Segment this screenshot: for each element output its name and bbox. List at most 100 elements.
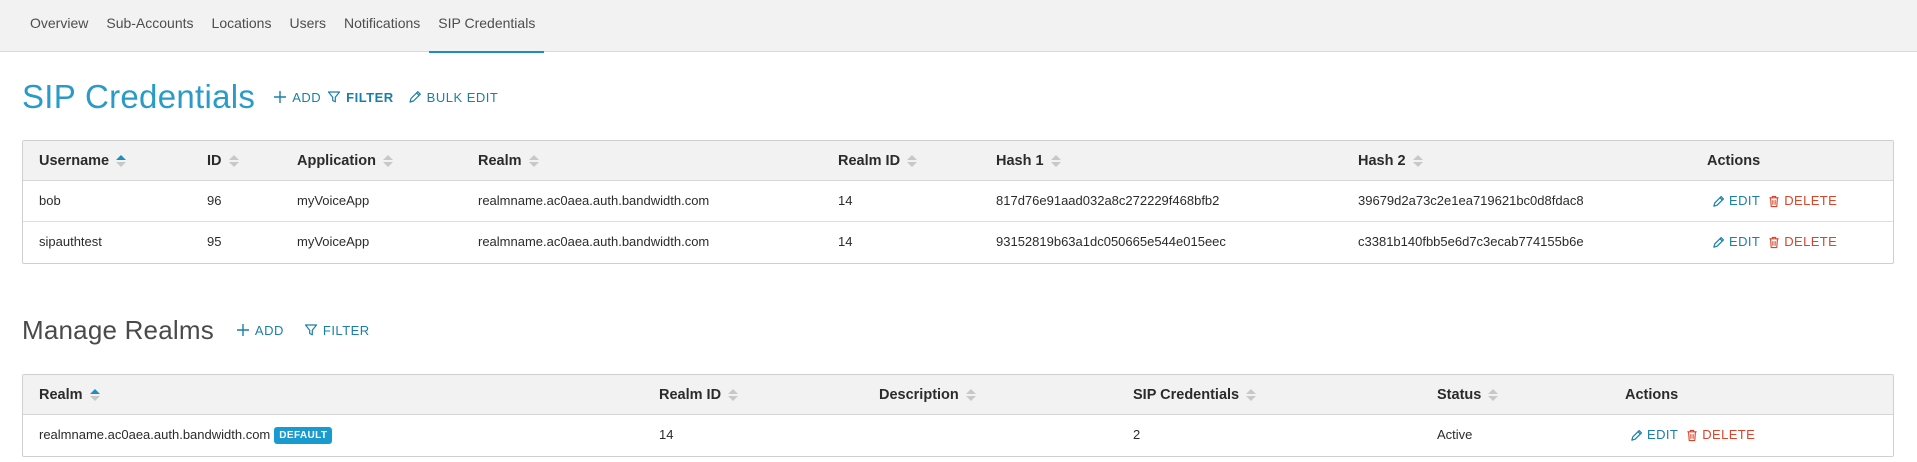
column-header-status[interactable]: Status xyxy=(1437,375,1499,415)
sort-icon xyxy=(1050,155,1061,167)
realm-name: realmname.ac0aea.auth.bandwidth.com xyxy=(39,427,271,442)
sort-icon xyxy=(965,389,976,401)
delete-button[interactable]: DELETE xyxy=(1686,415,1755,455)
delete-button[interactable]: DELETE xyxy=(1768,181,1837,221)
pencil-icon xyxy=(1713,195,1725,207)
column-header-sip-credentials[interactable]: SIP Credentials xyxy=(1133,375,1257,415)
sort-icon xyxy=(728,389,739,401)
cell-realm-id: 14 xyxy=(838,193,853,208)
column-label: Application xyxy=(297,153,376,169)
trash-icon xyxy=(1769,195,1779,207)
column-header-application[interactable]: Application xyxy=(297,141,393,181)
column-header-hash2[interactable]: Hash 2 xyxy=(1358,141,1423,181)
cell-realm-id: 14 xyxy=(659,427,674,442)
edit-label: EDIT xyxy=(1729,193,1761,208)
column-header-realm[interactable]: Realm xyxy=(478,141,539,181)
cell-hash1: 93152819b63a1dc050665e544e015eec xyxy=(996,234,1226,249)
sort-icon xyxy=(116,155,127,167)
sort-icon xyxy=(528,155,539,167)
bulk-edit-label: BULK EDIT xyxy=(426,89,499,105)
column-header-actions: Actions xyxy=(1707,141,1760,181)
column-label: Username xyxy=(39,153,110,169)
column-label: SIP Credentials xyxy=(1133,387,1240,403)
default-badge: DEFAULT xyxy=(274,426,333,444)
page-title: SIP Credentials xyxy=(22,78,256,115)
tab-sub-accounts[interactable]: Sub-Accounts xyxy=(97,0,202,52)
column-header-description[interactable]: Description xyxy=(879,375,976,415)
filter-realms-button[interactable]: FILTER xyxy=(304,323,370,338)
column-label: Realm xyxy=(478,153,522,169)
column-label: Description xyxy=(879,387,959,403)
sort-icon xyxy=(907,155,918,167)
tab-bar: Overview Sub-Accounts Locations Users No… xyxy=(30,0,545,53)
cell-status: Active xyxy=(1437,427,1473,442)
sort-icon xyxy=(382,155,393,167)
manage-realms-header: Manage Realms ADD FILTER xyxy=(22,312,370,348)
trash-icon xyxy=(1769,236,1779,248)
column-label: Realm xyxy=(39,387,83,403)
pencil-icon xyxy=(409,91,421,103)
pencil-icon xyxy=(1713,236,1725,248)
cell-realm: realmname.ac0aea.auth.bandwidth.com xyxy=(478,234,710,249)
column-label: Realm ID xyxy=(838,153,901,169)
cell-actions: EDIT DELETE xyxy=(1630,415,1755,455)
delete-label: DELETE xyxy=(1702,427,1756,442)
cell-sip-credentials: 2 xyxy=(1133,427,1141,442)
cell-hash2: 39679d2a73c2e1ea719621bc0d8fdac8 xyxy=(1358,193,1584,208)
add-realm-button[interactable]: ADD xyxy=(236,323,284,338)
column-label: Hash 1 xyxy=(996,153,1044,169)
top-nav: Overview Sub-Accounts Locations Users No… xyxy=(0,0,1917,53)
table-header: Username ID Application Realm Realm ID H… xyxy=(23,141,1893,181)
tab-notifications[interactable]: Notifications xyxy=(335,0,429,52)
tab-locations[interactable]: Locations xyxy=(203,0,281,52)
bulk-edit-button[interactable]: BULK EDIT xyxy=(408,90,499,105)
edit-label: EDIT xyxy=(1647,427,1679,442)
column-label: Actions xyxy=(1625,387,1679,403)
sip-credentials-header: SIP Credentials ADD FILTER BULK EDIT xyxy=(22,74,498,120)
table-row: sipauthtest 95 myVoiceApp realmname.ac0a… xyxy=(23,222,1893,263)
filter-icon xyxy=(328,91,341,103)
table-row: bob 96 myVoiceApp realmname.ac0aea.auth.… xyxy=(23,181,1893,222)
column-header-actions: Actions xyxy=(1625,375,1678,415)
edit-button[interactable]: EDIT xyxy=(1630,415,1678,455)
pencil-icon xyxy=(1631,429,1643,441)
sort-icon xyxy=(1246,389,1257,401)
column-header-hash1[interactable]: Hash 1 xyxy=(996,141,1061,181)
column-header-username[interactable]: Username xyxy=(39,141,127,181)
plus-icon xyxy=(236,324,249,336)
cell-realm: realmname.ac0aea.auth.bandwidth.com DEFA… xyxy=(39,415,333,455)
delete-label: DELETE xyxy=(1784,234,1838,249)
cell-realm: realmname.ac0aea.auth.bandwidth.com xyxy=(478,193,710,208)
edit-button[interactable]: EDIT xyxy=(1712,181,1760,221)
edit-button[interactable]: EDIT xyxy=(1712,222,1760,262)
filter-sip-credentials-button[interactable]: FILTER xyxy=(327,90,394,105)
sort-icon xyxy=(228,155,239,167)
column-header-realm-id[interactable]: Realm ID xyxy=(659,375,739,415)
tab-sip-credentials[interactable]: SIP Credentials xyxy=(429,0,545,53)
cell-actions: EDIT DELETE xyxy=(1712,181,1837,221)
plus-icon xyxy=(274,91,287,103)
edit-label: EDIT xyxy=(1729,234,1761,249)
column-label: Status xyxy=(1437,387,1482,403)
add-sip-credential-button[interactable]: ADD xyxy=(273,90,321,105)
sort-icon xyxy=(1488,389,1499,401)
sort-icon xyxy=(89,389,100,401)
column-header-id[interactable]: ID xyxy=(207,141,239,181)
tab-users[interactable]: Users xyxy=(280,0,335,52)
filter-label: FILTER xyxy=(322,322,370,338)
cell-hash2: c3381b140fbb5e6d7c3ecab774155b6e xyxy=(1358,234,1584,249)
column-label: Hash 2 xyxy=(1358,153,1406,169)
delete-label: DELETE xyxy=(1784,193,1838,208)
cell-username: sipauthtest xyxy=(39,234,102,249)
table-row: realmname.ac0aea.auth.bandwidth.com DEFA… xyxy=(23,415,1893,456)
cell-application: myVoiceApp xyxy=(297,234,370,249)
delete-button[interactable]: DELETE xyxy=(1768,222,1837,262)
section-title: Manage Realms xyxy=(22,314,214,345)
realms-table: Realm Realm ID Description SIP Credentia… xyxy=(22,374,1894,457)
column-header-realm-id[interactable]: Realm ID xyxy=(838,141,918,181)
tab-overview[interactable]: Overview xyxy=(30,0,97,52)
column-header-realm[interactable]: Realm xyxy=(39,375,100,415)
column-label: Actions xyxy=(1707,153,1761,169)
filter-label: FILTER xyxy=(346,89,394,105)
sip-credentials-table: Username ID Application Realm Realm ID H… xyxy=(22,140,1894,264)
